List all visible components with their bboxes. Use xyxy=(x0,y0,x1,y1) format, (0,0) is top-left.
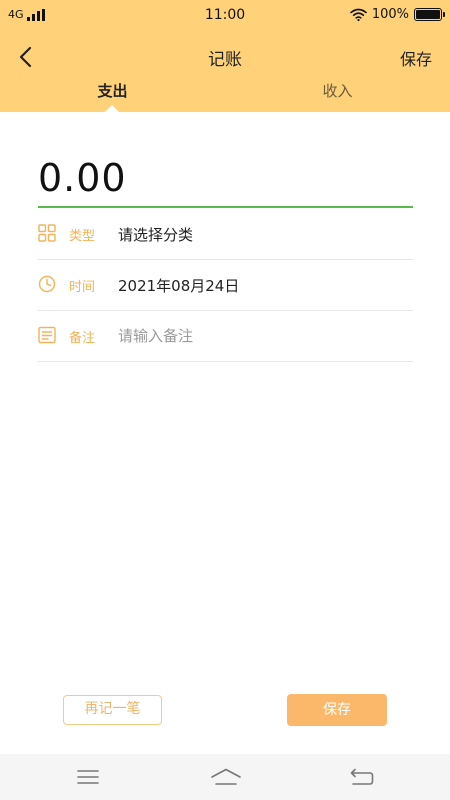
menu-button[interactable] xyxy=(73,763,103,791)
grid-icon xyxy=(38,224,56,242)
note-icon xyxy=(38,326,56,344)
time-label: 时间 xyxy=(69,280,96,295)
chevron-left-icon xyxy=(19,46,32,68)
save-button[interactable]: 保存 xyxy=(287,694,387,726)
wifi-icon xyxy=(350,8,367,21)
add-another-button[interactable]: 再记一笔 xyxy=(63,695,162,725)
return-button[interactable] xyxy=(347,763,377,791)
home-icon xyxy=(211,768,241,785)
nav-bar: 记账 保存 xyxy=(0,38,450,74)
app-header: 4G 11:00 100% 记账 保存 支出 收入 xyxy=(0,0,450,112)
battery-icon xyxy=(414,8,445,21)
tab-income[interactable]: 收入 xyxy=(225,80,450,101)
tab-bar: 支出 收入 xyxy=(0,78,450,112)
header-save-button[interactable]: 保存 xyxy=(400,46,432,70)
clock-icon xyxy=(38,275,56,293)
note-label: 备注 xyxy=(69,331,96,346)
tab-expense[interactable]: 支出 xyxy=(0,80,225,101)
battery-percent: 100% xyxy=(371,7,409,22)
time-row[interactable]: 时间 2021年08月24日 xyxy=(38,259,413,311)
time-value: 2021年08月24日 xyxy=(118,277,240,295)
menu-icon xyxy=(77,770,99,784)
note-row: 备注 xyxy=(38,310,413,362)
tab-indicator xyxy=(105,105,119,112)
category-value: 请选择分类 xyxy=(118,226,194,244)
category-row[interactable]: 类型 请选择分类 xyxy=(38,208,413,260)
return-icon xyxy=(350,768,374,785)
system-nav-bar xyxy=(0,754,450,800)
back-button[interactable] xyxy=(10,42,40,72)
page-title: 记账 xyxy=(208,50,242,70)
amount-field[interactable]: 0.00 xyxy=(38,152,413,208)
category-label: 类型 xyxy=(69,229,96,244)
status-bar: 4G 11:00 100% xyxy=(0,0,450,32)
note-input[interactable] xyxy=(118,324,408,348)
amount-value: 0.00 xyxy=(38,156,127,200)
home-button[interactable] xyxy=(208,763,244,791)
status-right: 100% xyxy=(350,7,445,22)
